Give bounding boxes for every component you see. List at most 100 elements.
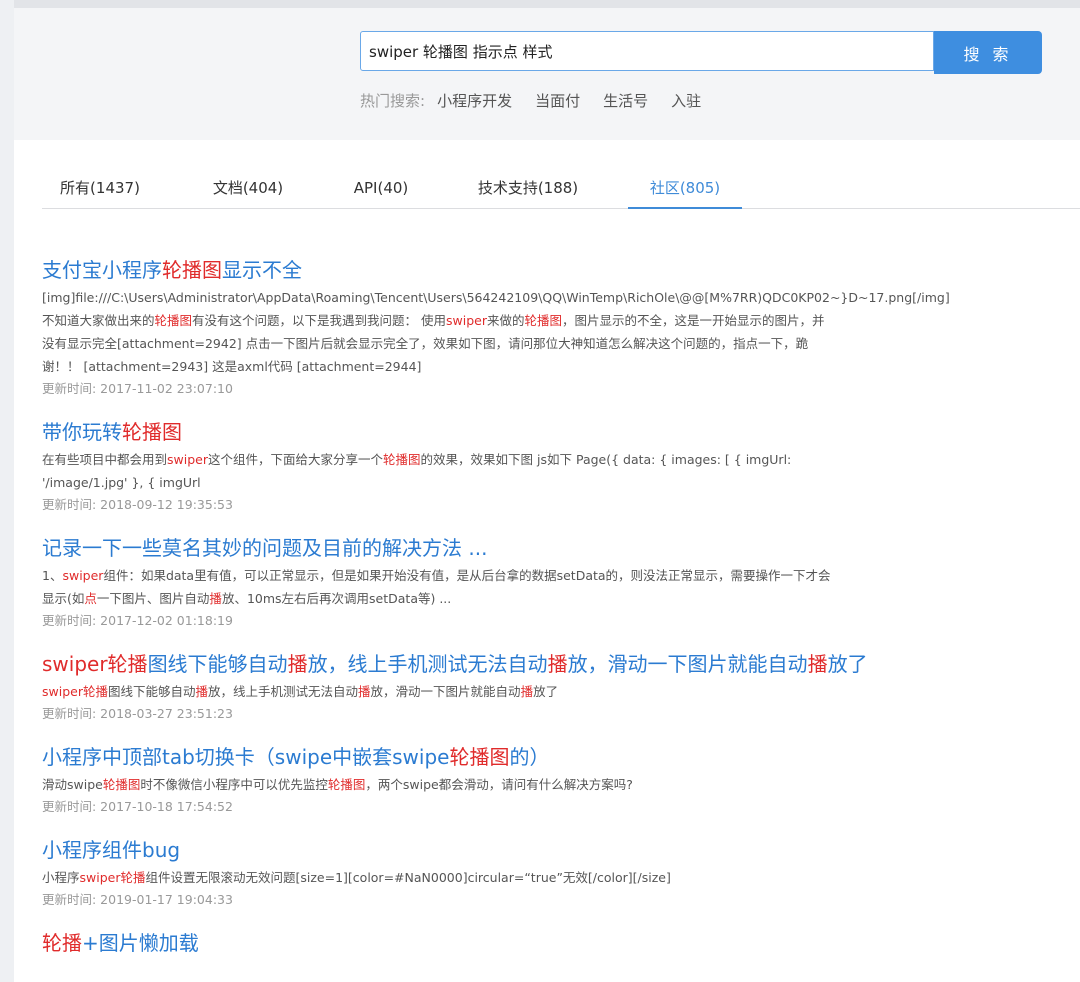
highlight-term: swiper轮播 [79,870,146,885]
text-segment: +图片懒加载 [82,931,199,955]
text-segment: 记录一下一些莫名其妙的问题及目前的解决方法 ... [42,536,488,560]
highlight-term: swiper轮播 [42,652,148,676]
highlight-term: 轮播图 [162,258,222,282]
result-title-link[interactable]: 小程序中顶部tab切换卡（swipe中嵌套swipe轮播图的） [42,743,1042,771]
result-item: 带你玩转轮播图 在有些项目中都会用到swiper这个组件，下面给大家分享一个轮播图… [42,418,1042,516]
result-snippet: 小程序swiper轮播组件设置无限滚动无效问题[size=1][color=#N… [42,866,1042,889]
text-segment: 一下图片、图片自动 [96,591,210,606]
text-segment: 放，滑动一下图片就能自动 [567,652,808,676]
result-updated-time: 更新时间: 2017-12-02 01:18:19 [42,613,233,628]
result-tabs: 所有(1437) 文档(404) API(40) 技术支持(188) 社区(80… [42,168,1080,209]
text-segment: 不知道大家做出来的 [42,313,155,328]
text-segment: 放了 [827,652,868,676]
hot-link-life-account[interactable]: 生活号 [603,90,648,111]
highlight-term: 轮播图 [122,420,182,444]
highlight-term: 播 [195,684,209,699]
text-segment: ，两个swipe都会滑动，请问有什么解决方案吗? [365,777,633,792]
text-segment: 图线下能够自动 [147,652,288,676]
text-segment: 组件：如果data里有值，可以正常显示，但是如果开始没有值，是从后台拿的数据se… [103,568,831,583]
highlight-term: 播 [547,652,568,676]
tab-docs[interactable]: 文档(404) [192,168,304,209]
highlight-term: swiper [446,313,487,328]
text-segment: 的效果，效果如下图 js如下 Page({ data: { images: [ … [420,452,792,467]
text-segment: 带你玩转 [42,420,122,444]
result-updated-time: 更新时间: 2018-03-27 23:51:23 [42,706,233,721]
text-segment: 显示不全 [222,258,302,282]
tab-tech-support[interactable]: 技术支持(188) [462,168,594,209]
text-segment: 的） [509,745,550,769]
result-item: 小程序中顶部tab切换卡（swipe中嵌套swipe轮播图的） 滑动swipe轮播… [42,743,1042,818]
highlight-term: 轮播图 [102,777,141,792]
result-title-link[interactable]: 记录一下一些莫名其妙的问题及目前的解决方法 ... [42,534,1042,562]
result-title-link[interactable]: swiper轮播图线下能够自动播放，线上手机测试无法自动播放，滑动一下图片就能自… [42,650,1042,678]
text-segment: '/image/1.jpg' }, { imgUrl [42,475,201,490]
highlight-term: swiper轮播 [42,684,108,699]
result-snippet: [img]file:///C:\Users\Administrator\AppD… [42,286,1042,378]
text-segment: 滑动swipe [42,777,103,792]
highlight-term: 播 [209,591,222,606]
text-segment: 显示(如 [42,591,85,606]
highlight-term: 轮播图 [383,452,421,467]
text-segment: 没有显示完全[attachment=2942] 点击一下图片后就会显示完全了，效… [42,336,809,351]
result-updated-time: 更新时间: 2017-10-18 17:54:52 [42,799,233,814]
highlight-term: swiper [62,568,104,583]
text-segment: 小程序 [42,870,80,885]
text-segment: 在有些项目中都会用到 [42,452,168,467]
tab-community[interactable]: 社区(805) [628,168,742,209]
result-snippet: 滑动swipe轮播图时不像微信小程序中可以优先监控轮播图，两个swipe都会滑动… [42,773,1042,796]
text-segment: 放，线上手机测试无法自动 [208,684,359,699]
result-item: 记录一下一些莫名其妙的问题及目前的解决方法 ... 1、swiper组件：如果da… [42,534,1042,632]
highlight-term: 播 [358,684,371,699]
highlight-term: swiper [167,452,208,467]
highlight-term: 轮播 [42,931,82,955]
result-title-link[interactable]: 轮播+图片懒加载 [42,929,1042,957]
text-segment: 时不像微信小程序中可以优先监控 [140,777,328,792]
highlight-term: 轮播图 [449,745,510,769]
text-segment: 组件设置无限滚动无效问题[size=1][color=#NaN0000]circ… [145,870,671,885]
window-top-edge [0,0,1080,8]
highlight-term: 播 [807,652,828,676]
hot-searches: 热门搜索: 小程序开发 当面付 生活号 入驻 [360,90,712,111]
highlight-term: 轮播图 [327,777,366,792]
text-segment: 放、10ms左右后再次调用setData等) ... [221,591,452,606]
highlight-term: 播 [520,684,534,699]
hot-link-settle-in[interactable]: 入驻 [671,90,701,111]
search-header: 搜 索 热门搜索: 小程序开发 当面付 生活号 入驻 [14,8,1080,140]
result-title-link[interactable]: 带你玩转轮播图 [42,418,1042,446]
highlight-term: 播 [287,652,308,676]
tab-all[interactable]: 所有(1437) [42,168,158,209]
tab-api[interactable]: API(40) [336,168,426,209]
result-title-link[interactable]: 小程序组件bug [42,836,1042,864]
result-snippet: 在有些项目中都会用到swiper这个组件，下面给大家分享一个轮播图的效果，效果如… [42,448,1042,494]
text-segment: 谢！！ [attachment=2943] 这是axml代码 [attachme… [42,359,422,374]
text-segment: 放了 [533,684,559,699]
highlight-term: 轮播图 [524,313,563,328]
left-gutter [0,0,14,982]
result-item: swiper轮播图线下能够自动播放，线上手机测试无法自动播放，滑动一下图片就能自… [42,650,1042,725]
result-item: 支付宝小程序轮播图显示不全 [img]file:///C:\Users\Admin… [42,256,1042,400]
result-updated-time: 更新时间: 2017-11-02 23:07:10 [42,381,233,396]
highlight-term: 轮播图 [154,313,193,328]
search-box[interactable] [360,31,934,71]
text-segment: 来做的 [487,313,525,328]
results-list: 支付宝小程序轮播图显示不全 [img]file:///C:\Users\Admin… [42,256,1042,975]
text-segment: 放，线上手机测试无法自动 [307,652,548,676]
hot-link-face-to-face-pay[interactable]: 当面付 [535,90,580,111]
text-segment: 有没有这个问题，以下是我遇到我问题： 使用 [192,313,447,328]
result-updated-time: 更新时间: 2019-01-17 19:04:33 [42,892,233,907]
result-item: 小程序组件bug 小程序swiper轮播组件设置无限滚动无效问题[size=1][… [42,836,1042,911]
result-title-link[interactable]: 支付宝小程序轮播图显示不全 [42,256,1042,284]
text-segment: 1、 [42,568,63,583]
text-segment: 图线下能够自动 [107,684,196,699]
text-segment: 这个组件，下面给大家分享一个 [208,452,384,467]
highlight-term: 点 [84,591,97,606]
text-segment: 支付宝小程序 [42,258,162,282]
hot-link-mini-program-dev[interactable]: 小程序开发 [437,90,512,111]
search-button[interactable]: 搜 索 [934,31,1042,74]
text-segment: 小程序中顶部tab切换卡（swipe中嵌套swipe [42,745,450,769]
search-input[interactable] [361,32,933,70]
text-segment: [img]file:///C:\Users\Administrator\AppD… [42,290,950,305]
text-segment: 小程序组件bug [42,838,181,862]
result-snippet: 1、swiper组件：如果data里有值，可以正常显示，但是如果开始没有值，是从… [42,564,1042,610]
result-updated-time: 更新时间: 2018-09-12 19:35:53 [42,497,233,512]
